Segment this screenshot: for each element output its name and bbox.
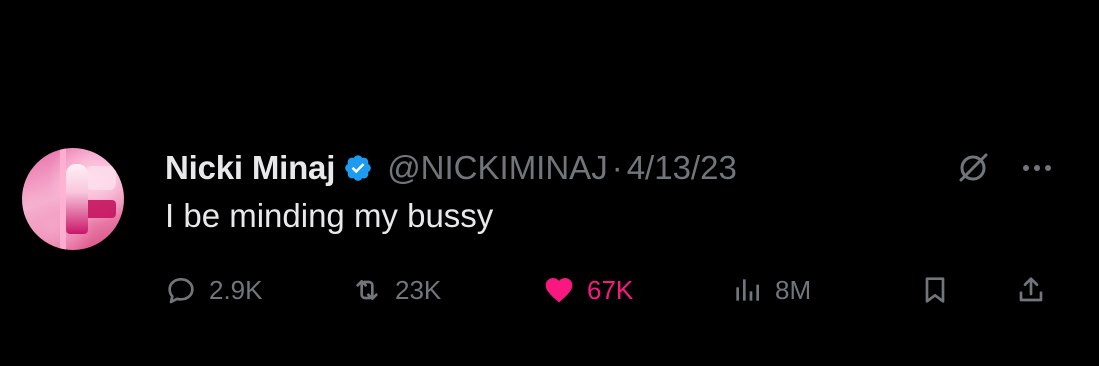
reply-count: 2.9K [209, 274, 263, 305]
tweet-content: Nicki Minaj @NICKIMINAJ · 4/13/23 I be m… [165, 144, 1082, 305]
reply-button[interactable]: 2.9K [165, 270, 263, 310]
repost-button[interactable]: 23K [351, 270, 441, 310]
reply-icon [168, 278, 194, 304]
repost-count: 23K [395, 274, 442, 305]
bookmark-button[interactable] [919, 270, 951, 310]
tweet-text: I be minding my bussy [165, 197, 494, 234]
like-button[interactable]: 67K [543, 270, 633, 310]
bookmark-icon [925, 277, 945, 303]
grok-icon[interactable] [955, 150, 991, 186]
share-icon [1019, 277, 1043, 302]
verified-badge-icon [345, 155, 371, 181]
avatar[interactable] [22, 148, 124, 250]
author-handle[interactable]: @NICKIMINAJ [387, 149, 608, 187]
tweet-actions: 2.9K 23K 67K 8M [165, 270, 1065, 310]
avatar-figure-shape [66, 164, 88, 234]
views-count: 8M [775, 274, 812, 305]
views-icon [736, 279, 759, 301]
avatar-window-shape [86, 166, 116, 190]
share-button[interactable] [1015, 270, 1047, 310]
views-button[interactable]: 8M [731, 270, 811, 310]
tweet-header: Nicki Minaj @NICKIMINAJ · 4/13/23 [165, 144, 1082, 192]
tweet[interactable]: Nicki Minaj @NICKIMINAJ · 4/13/23 I be m… [22, 144, 1082, 324]
more-icon[interactable] [1019, 156, 1055, 180]
separator-dot: · [611, 149, 623, 186]
like-count: 67K [587, 274, 634, 305]
repost-icon [356, 280, 378, 300]
tweet-date[interactable]: 4/13/23 [627, 149, 737, 187]
like-heart-icon [545, 278, 573, 303]
author-name[interactable]: Nicki Minaj [165, 149, 335, 187]
